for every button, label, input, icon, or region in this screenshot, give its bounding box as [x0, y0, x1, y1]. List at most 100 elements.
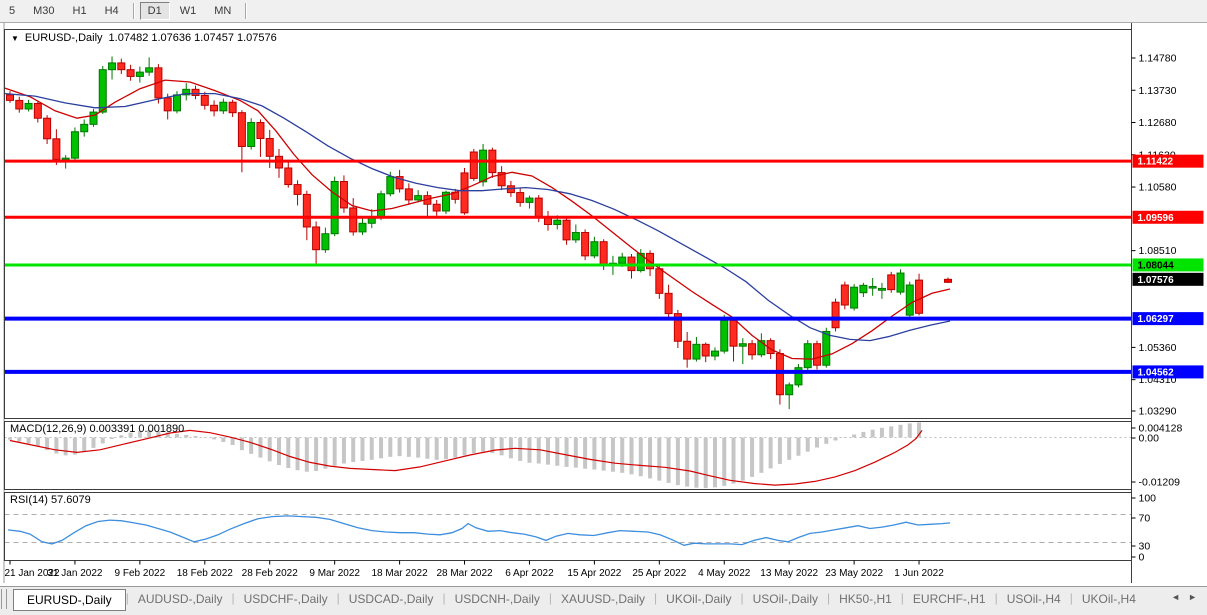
- chart-background: [0, 23, 1207, 584]
- tab-usdcad-daily[interactable]: USDCAD-,Daily: [340, 589, 443, 609]
- macd-histogram-bar: [527, 438, 531, 463]
- macd-histogram-bar: [583, 438, 587, 469]
- macd-histogram-bar: [17, 438, 21, 442]
- macd-histogram-bar: [360, 438, 364, 461]
- macd-histogram-bar: [898, 425, 902, 438]
- price-axis-label: 1.10580: [1139, 182, 1177, 194]
- candle: [211, 105, 218, 111]
- tab-hk50-h1[interactable]: HK50-,H1: [830, 589, 901, 609]
- rsi-indicator-label: RSI(14) 57.6079: [10, 494, 91, 506]
- price-axis-label: 1.03290: [1139, 405, 1177, 417]
- macd-histogram-bar: [611, 438, 615, 472]
- macd-histogram-bar: [444, 438, 448, 460]
- macd-histogram-bar: [861, 432, 865, 438]
- tab-ukoil-h4[interactable]: UKOil-,H4: [1073, 589, 1145, 609]
- candle: [572, 233, 579, 240]
- candle: [313, 227, 320, 250]
- macd-histogram-bar: [453, 438, 457, 458]
- macd-histogram-bar: [351, 438, 355, 463]
- candle: [693, 344, 700, 359]
- price-axis-label: 1.05360: [1139, 342, 1177, 354]
- tab-ukoil-daily[interactable]: UKOil-,Daily: [657, 589, 740, 609]
- hline-support-1-tag-text: 1.06297: [1138, 314, 1175, 325]
- macd-histogram-bar: [732, 438, 736, 484]
- price-axis-label: 1.08510: [1139, 245, 1177, 257]
- candle: [684, 341, 691, 359]
- macd-histogram-bar: [342, 438, 346, 464]
- tab-audusd-daily[interactable]: AUDUSD-,Daily: [129, 589, 232, 609]
- symbol-dropdown-icon[interactable]: ▼: [11, 34, 19, 43]
- macd-histogram-bar: [602, 438, 606, 471]
- tab-scroll-buttons: ◄►: [1167, 587, 1207, 602]
- candle: [294, 185, 301, 195]
- candle: [350, 208, 357, 232]
- macd-histogram-bar: [908, 423, 912, 437]
- candle: [238, 113, 245, 147]
- timeframe-button-w1[interactable]: W1: [172, 2, 205, 20]
- macd-histogram-bar: [648, 438, 652, 479]
- macd-histogram-bar: [852, 435, 856, 438]
- candle: [44, 118, 51, 139]
- macd-histogram-bar: [27, 438, 31, 444]
- candle: [804, 344, 811, 368]
- tab-scroll-left-icon[interactable]: ◄: [1171, 592, 1180, 602]
- macd-histogram-bar: [398, 438, 402, 457]
- chart-canvas: 1.147801.137301.126801.116301.105801.085…: [0, 0, 1207, 615]
- tab-usdchf-daily[interactable]: USDCHF-,Daily: [235, 589, 337, 609]
- tab-usoil-h4[interactable]: USOil-,H4: [998, 589, 1070, 609]
- tab-usdcnh-daily[interactable]: USDCNH-,Daily: [446, 589, 549, 609]
- macd-histogram-bar: [500, 438, 504, 456]
- date-label: 15 Apr 2022: [567, 568, 621, 579]
- timeframe-button-5[interactable]: 5: [1, 2, 23, 20]
- candle: [721, 320, 728, 351]
- candle: [127, 70, 134, 77]
- date-label: 4 May 2022: [698, 568, 751, 579]
- macd-histogram-bar: [750, 438, 754, 477]
- hline-resistance-2-tag-text: 1.09596: [1138, 213, 1175, 224]
- macd-histogram-bar: [565, 438, 569, 467]
- macd-histogram-bar: [676, 438, 680, 486]
- timeframe-button-d1[interactable]: D1: [140, 2, 170, 20]
- candle: [832, 302, 839, 327]
- tab-eurchf-h1[interactable]: EURCHF-,H1: [904, 589, 995, 609]
- hline-support-2-tag-text: 1.04562: [1138, 367, 1175, 378]
- symbol-label: EURUSD-,Daily: [25, 32, 103, 44]
- timeframe-button-h1[interactable]: H1: [65, 2, 95, 20]
- macd-indicator-label: MACD(12,26,9) 0.003391 0.001890: [10, 423, 184, 435]
- macd-histogram-bar: [425, 438, 429, 459]
- macd-histogram-bar: [509, 438, 513, 459]
- macd-histogram-bar: [741, 438, 745, 481]
- candle: [461, 173, 468, 213]
- macd-histogram-bar: [305, 438, 309, 472]
- macd-histogram-bar: [323, 438, 327, 469]
- candle: [563, 220, 570, 240]
- macd-histogram-bar: [258, 438, 262, 458]
- tab-usoil-daily[interactable]: USOil-,Daily: [744, 589, 827, 609]
- tab-eurusd-daily[interactable]: EURUSD-,Daily: [13, 589, 126, 611]
- current-bar: [945, 279, 952, 282]
- timeframe-button-m30[interactable]: M30: [25, 2, 62, 20]
- macd-histogram-bar: [834, 438, 838, 441]
- macd-histogram-bar: [379, 438, 383, 459]
- tab-scroll-right-icon[interactable]: ►: [1188, 592, 1197, 602]
- timeframe-button-mn[interactable]: MN: [206, 2, 239, 20]
- macd-histogram-bar: [713, 438, 717, 488]
- candle: [730, 320, 737, 346]
- candle: [739, 344, 746, 346]
- date-label: 23 May 2022: [825, 568, 883, 579]
- macd-histogram-bar: [101, 438, 105, 444]
- candle: [322, 234, 329, 250]
- candle: [220, 102, 227, 111]
- macd-histogram-bar: [481, 438, 485, 452]
- price-axis-label: 1.13730: [1139, 85, 1177, 97]
- tab-xauusd-daily[interactable]: XAUUSD-,Daily: [552, 589, 654, 609]
- macd-histogram-bar: [221, 438, 225, 442]
- candle: [786, 385, 793, 395]
- candle: [888, 275, 895, 290]
- candle: [53, 139, 60, 160]
- candle: [526, 198, 533, 202]
- timeframe-button-h4[interactable]: H4: [97, 2, 127, 20]
- candle: [201, 95, 208, 105]
- macd-histogram-bar: [592, 438, 596, 470]
- indicator-axis-label: 70: [1139, 513, 1151, 525]
